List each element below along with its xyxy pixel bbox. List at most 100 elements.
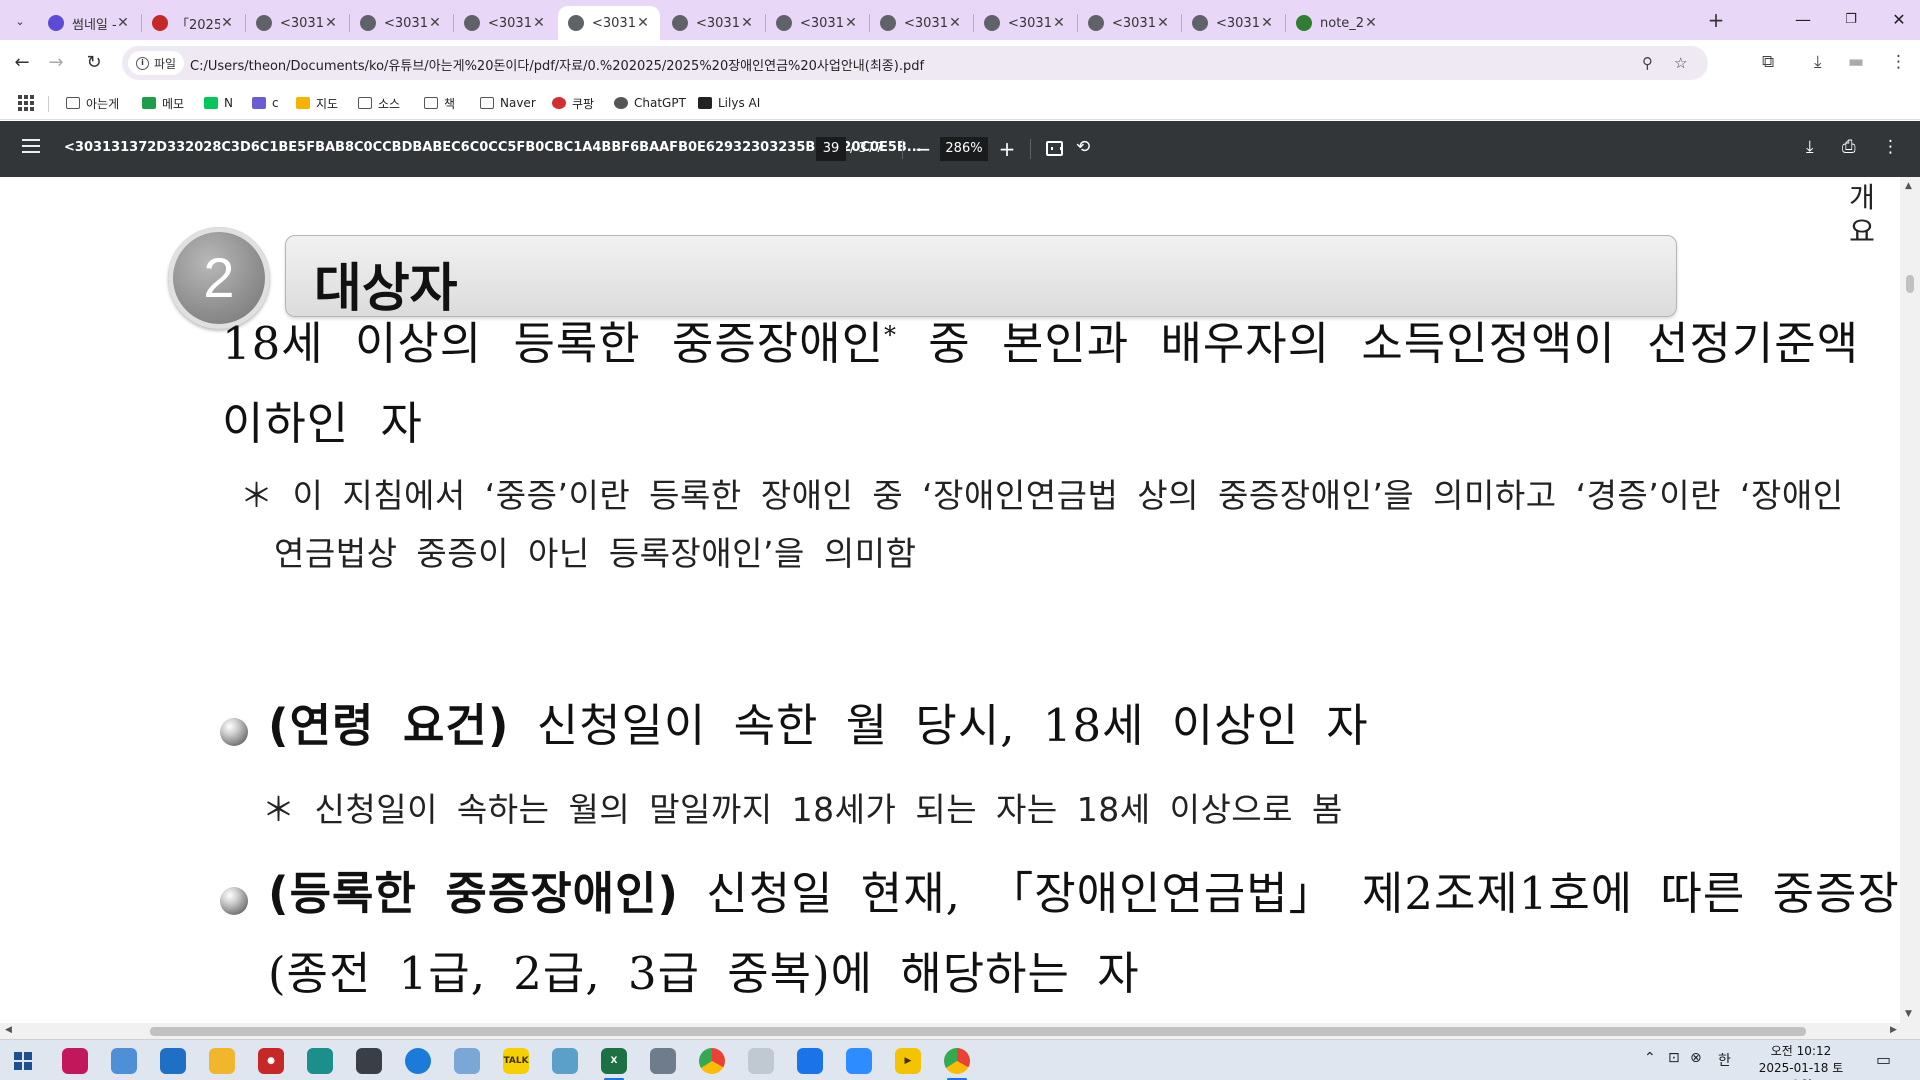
feedback-app-icon[interactable] — [160, 1048, 186, 1074]
restore-button[interactable]: ❐ — [1836, 8, 1866, 32]
minimize-button[interactable]: — — [1788, 8, 1818, 32]
tray-network-icon[interactable]: ⊡ — [1668, 1050, 1680, 1066]
browser-tab[interactable]: <3031313✕ — [350, 6, 452, 40]
bookmark-item[interactable]: Naver — [480, 94, 536, 112]
tab-close-icon[interactable]: ✕ — [220, 15, 234, 31]
address-bar[interactable]: i 파일 C:/Users/theon/Documents/ko/유튜브/아는게… — [122, 46, 1708, 80]
page-number-input[interactable]: 39 — [816, 137, 846, 161]
horizontal-scroll-thumb[interactable] — [150, 1027, 1806, 1036]
bookmark-item[interactable]: 책 — [424, 94, 455, 112]
download-icon[interactable]: ⤓ — [1814, 52, 1822, 72]
tray-ime-indicator[interactable]: 한 — [1718, 1050, 1731, 1070]
bookmark-item[interactable]: 메모 — [142, 94, 184, 112]
zoom-out-button[interactable]: − — [910, 135, 936, 163]
tab-close-icon[interactable]: ✕ — [1364, 15, 1378, 31]
horizontal-scrollbar[interactable]: ◀ ▶ — [0, 1023, 1920, 1039]
recorder-icon[interactable]: ● — [258, 1048, 284, 1074]
excel-icon[interactable]: X — [601, 1048, 627, 1080]
reload-button[interactable]: ↻ — [82, 51, 106, 75]
notification-icon[interactable]: ▭ — [1876, 1050, 1891, 1069]
davinci-icon[interactable] — [356, 1048, 382, 1074]
edge-icon[interactable] — [405, 1048, 431, 1074]
files-app-icon[interactable] — [111, 1048, 137, 1074]
pdf-more-options-icon[interactable]: ⋮ — [1882, 137, 1899, 157]
tab-title: <3031313 — [280, 15, 324, 31]
forward-button[interactable]: → — [44, 51, 68, 75]
back-button[interactable]: ← — [10, 51, 34, 75]
tab-close-icon[interactable]: ✕ — [1260, 15, 1274, 31]
file-explorer-icon[interactable] — [209, 1048, 235, 1074]
browser-tab[interactable]: <3031313✕ — [766, 6, 868, 40]
print-icon[interactable]: ⎙ — [1842, 137, 1856, 157]
url-text[interactable]: C:/Users/theon/Documents/ko/유튜브/아는게%20돈이… — [190, 55, 924, 74]
tab-close-icon[interactable]: ✕ — [844, 15, 858, 31]
vertical-scroll-thumb[interactable] — [1906, 275, 1914, 293]
browser-tab[interactable]: 썸네일 - Y✕ — [38, 6, 140, 40]
pdf-download-icon[interactable]: ⤓ — [1806, 137, 1814, 157]
scroll-right-arrow-icon[interactable]: ▶ — [1890, 1025, 1897, 1035]
new-tab-button[interactable]: + — [1704, 9, 1728, 33]
bookmark-item[interactable]: 아는게 — [66, 94, 119, 112]
bookmark-item[interactable]: N — [204, 94, 233, 112]
browser-tab[interactable]: <3031313✕ — [1182, 6, 1284, 40]
paint-icon[interactable] — [454, 1048, 480, 1074]
browser-tab[interactable]: <3031313✕ — [1078, 6, 1180, 40]
bookmark-item[interactable]: 소스 — [358, 94, 400, 112]
tab-close-icon[interactable]: ✕ — [116, 15, 130, 31]
zoom-in-button[interactable]: + — [994, 135, 1020, 163]
taskbar-clock[interactable]: 오전 10:12 2025-01-18 토요일 — [1756, 1043, 1846, 1080]
fit-to-page-icon[interactable] — [1046, 141, 1063, 156]
browser-tab[interactable]: <3031313✕ — [246, 6, 348, 40]
tab-close-icon[interactable]: ✕ — [324, 15, 338, 31]
close-window-button[interactable]: ✕ — [1884, 8, 1914, 32]
browser-tab[interactable]: <3031313✕ — [662, 6, 764, 40]
site-info-chip[interactable]: i 파일 — [128, 51, 185, 75]
chrome-active-icon[interactable] — [944, 1048, 970, 1080]
tab-close-icon[interactable]: ✕ — [740, 15, 754, 31]
bookmark-item[interactable]: Lilys AI — [698, 94, 760, 112]
copilot-icon[interactable] — [62, 1048, 88, 1074]
zoom-level-input[interactable]: 286% — [940, 137, 988, 161]
tray-overflow-chevron-icon[interactable]: ⌃ — [1644, 1050, 1656, 1066]
browser-menu-icon[interactable]: ⋮ — [1890, 52, 1907, 72]
tab-close-icon[interactable]: ✕ — [1156, 15, 1170, 31]
tab-close-icon[interactable]: ✕ — [428, 15, 442, 31]
zoom-icon[interactable] — [846, 1048, 872, 1074]
calculator-icon[interactable] — [650, 1048, 676, 1074]
bookmark-item[interactable]: 지도 — [296, 94, 338, 112]
bookmark-item[interactable]: ChatGPT — [614, 94, 686, 112]
media-player-icon[interactable]: ▶ — [895, 1048, 921, 1074]
bookmark-item[interactable]: 쿠팡 — [552, 94, 594, 112]
bookmark-item[interactable]: c — [252, 94, 279, 112]
tab-close-icon[interactable]: ✕ — [1052, 15, 1066, 31]
browser-tab[interactable]: <3031313✕ — [870, 6, 972, 40]
pdf-sidebar-menu-icon[interactable] — [22, 139, 40, 153]
vertical-scrollbar[interactable]: ▲ ▼ — [1900, 177, 1920, 1023]
snipping-tool-icon[interactable] — [748, 1048, 774, 1074]
scroll-left-arrow-icon[interactable]: ◀ — [5, 1025, 12, 1035]
tab-close-icon[interactable]: ✕ — [636, 15, 650, 31]
zoom-icon[interactable]: ⚲ — [1642, 54, 1653, 72]
browser-tab[interactable]: 「2025년 2✕ — [142, 6, 244, 40]
bookmark-star-icon[interactable]: ☆ — [1674, 54, 1687, 72]
tab-search-chevron-icon[interactable]: ⌄ — [8, 9, 32, 33]
browser-tab[interactable]: <3031313✕ — [454, 6, 556, 40]
browser-tab[interactable]: <3031313✕ — [974, 6, 1076, 40]
profile-icon[interactable]: ▬ — [1848, 52, 1864, 72]
browser-tab[interactable]: note_2025✕ — [1286, 6, 1388, 40]
apps-grid-icon[interactable] — [18, 95, 34, 111]
scroll-up-arrow-icon[interactable]: ▲ — [1905, 181, 1912, 191]
scroll-down-arrow-icon[interactable]: ▼ — [1905, 1009, 1912, 1019]
clipchamp-icon[interactable] — [307, 1048, 333, 1074]
extensions-icon[interactable]: ⧉ — [1762, 52, 1774, 72]
rotate-icon[interactable]: ⟲ — [1076, 137, 1090, 157]
start-button[interactable] — [14, 1052, 32, 1070]
tray-status-icon[interactable]: ⊗ — [1690, 1050, 1702, 1066]
browser-tab[interactable]: <3031313✕ — [558, 6, 660, 40]
chrome-icon[interactable] — [699, 1048, 725, 1074]
tab-close-icon[interactable]: ✕ — [948, 15, 962, 31]
store-icon[interactable] — [797, 1048, 823, 1074]
kakaotalk-icon[interactable]: TALK — [503, 1048, 529, 1074]
tab-close-icon[interactable]: ✕ — [532, 15, 546, 31]
notepad-icon[interactable] — [552, 1048, 578, 1074]
